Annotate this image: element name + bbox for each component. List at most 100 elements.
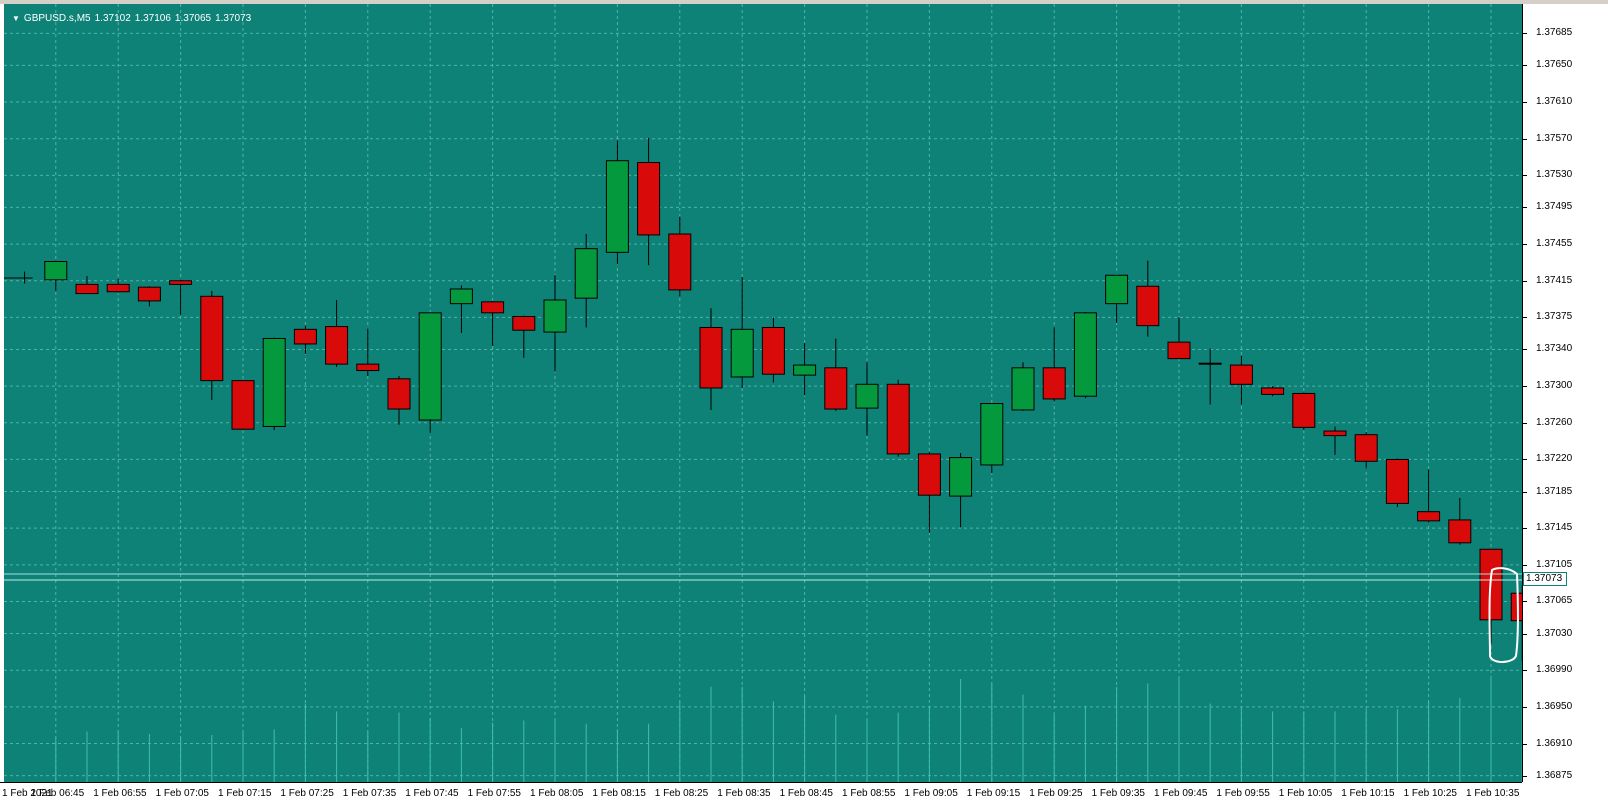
price-tick-label: 1.37610 (1536, 96, 1573, 108)
candle (293, 325, 317, 355)
candle-body-bull (1073, 312, 1097, 397)
time-tick-label: 1 Feb 10:35 (1466, 788, 1520, 799)
candle-body-bull (605, 160, 629, 253)
candle (1448, 497, 1472, 545)
time-tick-label: 1 Feb 10:05 (1278, 788, 1333, 799)
candle (387, 376, 411, 425)
candle (668, 216, 692, 297)
current-price-label: 1.37073 (1523, 572, 1567, 586)
candle-body-bull (1011, 367, 1035, 411)
price-tick-label: 1.37105 (1536, 558, 1573, 570)
candle-body-bear (886, 383, 910, 455)
candle-body-bear (512, 315, 536, 331)
time-tick-label: 1 Feb 09:55 (1216, 788, 1270, 799)
candle (1073, 311, 1097, 399)
candle (1479, 548, 1503, 644)
collapse-triangle-icon[interactable]: ▼ (12, 14, 20, 23)
time-axis[interactable]: 1 Feb 2021 1 Feb 06:45 1 Feb 06:55 1 Feb 07… (0, 782, 1522, 805)
time-tick-label: 1 Feb 07:25 (280, 788, 334, 799)
price-tick-mark (1523, 175, 1527, 177)
candle (1261, 386, 1285, 397)
price-tick-mark (1523, 775, 1527, 777)
candle (137, 286, 161, 307)
chart-area[interactable]: ▼ GBPUSD.s,M5 1.37102 1.37106 1.37065 1.37073 (4, 4, 1522, 782)
time-tick-label: 1 Feb 10:15 (1341, 788, 1395, 799)
price-tick-mark (1523, 459, 1527, 461)
candle-body-bull (449, 288, 473, 305)
candle (1323, 426, 1347, 455)
price-tick-label: 1.37030 (1536, 627, 1573, 639)
candle-body-bear (169, 280, 193, 285)
candle-body-bear (1167, 341, 1191, 360)
candlestick-chart[interactable] (4, 4, 1522, 782)
candle (1417, 469, 1441, 523)
time-tick-label: 1 Feb 08:15 (592, 788, 646, 799)
price-tick-label: 1.37495 (1536, 201, 1573, 213)
price-tick-mark (1523, 422, 1527, 424)
candle (4, 271, 33, 284)
candle-body-bear (1292, 392, 1316, 428)
volume-layer (55, 675, 1522, 782)
price-tick-mark (1523, 349, 1527, 351)
time-tick-label: 1 Feb 08:45 (779, 788, 833, 799)
candle-body-bear (1385, 458, 1409, 504)
candle-body-bear (106, 283, 130, 293)
candle-body-bull (855, 383, 879, 409)
price-tick-label: 1.37570 (1536, 132, 1573, 144)
candle-body-bear (231, 380, 255, 430)
candle (1229, 355, 1253, 405)
time-tick-label: 1 Feb 09:05 (904, 788, 958, 799)
time-tick-label: 1 Feb 06:45 (30, 788, 85, 799)
candle-body-bear (1136, 285, 1160, 327)
candle (855, 362, 879, 436)
price-tick-mark (1523, 743, 1527, 745)
candle-body-bear (917, 453, 941, 496)
candle-body-bull (418, 312, 442, 421)
price-tick-mark (1523, 207, 1527, 209)
price-tick-label: 1.36910 (1536, 737, 1573, 749)
candle-body-bear (137, 286, 161, 302)
candle (1198, 348, 1222, 405)
candle-body-bear (1229, 364, 1253, 385)
candle (262, 337, 286, 431)
time-tick-label: 1 Feb 09:15 (966, 788, 1021, 799)
symbol-name: GBPUSD.s,M5 (23, 13, 91, 24)
candle-body-bear (1448, 519, 1472, 544)
candle-body-bear (761, 326, 785, 375)
candle (574, 234, 598, 328)
candle-body-bull (44, 261, 68, 281)
candle (730, 277, 754, 388)
candle (325, 299, 349, 367)
candle-body-bear (824, 367, 848, 410)
candle (980, 403, 1004, 474)
price-tick-label: 1.37685 (1536, 27, 1573, 39)
price-tick-mark (1523, 528, 1527, 530)
candle (512, 315, 536, 358)
price-tick-label: 1.37340 (1536, 343, 1573, 355)
candle-body-bear (325, 326, 349, 365)
price-tick-label: 1.37145 (1536, 522, 1573, 534)
price-tick-label: 1.36875 (1536, 769, 1573, 781)
candle (637, 137, 661, 266)
candle (449, 285, 473, 333)
candle-layer (4, 137, 1522, 662)
candle-body-bear (1354, 434, 1378, 462)
price-tick-mark (1523, 317, 1527, 319)
candle-body-bull (730, 328, 754, 378)
price-tick-label: 1.37650 (1536, 59, 1573, 71)
candle-body-bear (200, 295, 224, 382)
candle (761, 317, 785, 383)
price-line-layer (4, 573, 1522, 581)
candle (917, 452, 941, 533)
candle-body-bull (949, 457, 973, 497)
price-axis[interactable]: 1.37685 1.37650 1.37610 1.37570 1.37530 1.374… (1522, 4, 1608, 782)
candle-body-bear (75, 283, 99, 295)
time-tick-label: 1 Feb 08:05 (530, 788, 584, 799)
price-tick-label: 1.36990 (1536, 664, 1573, 676)
candle-body-bear (481, 301, 505, 314)
price-tick-mark (1523, 670, 1527, 672)
time-tick-label: 1 Feb 07:15 (218, 788, 272, 799)
time-tick-label: 1 Feb 09:45 (1154, 788, 1208, 799)
time-tick-label: 1 Feb 06:55 (93, 788, 147, 799)
candle-body-bear (1323, 430, 1347, 437)
